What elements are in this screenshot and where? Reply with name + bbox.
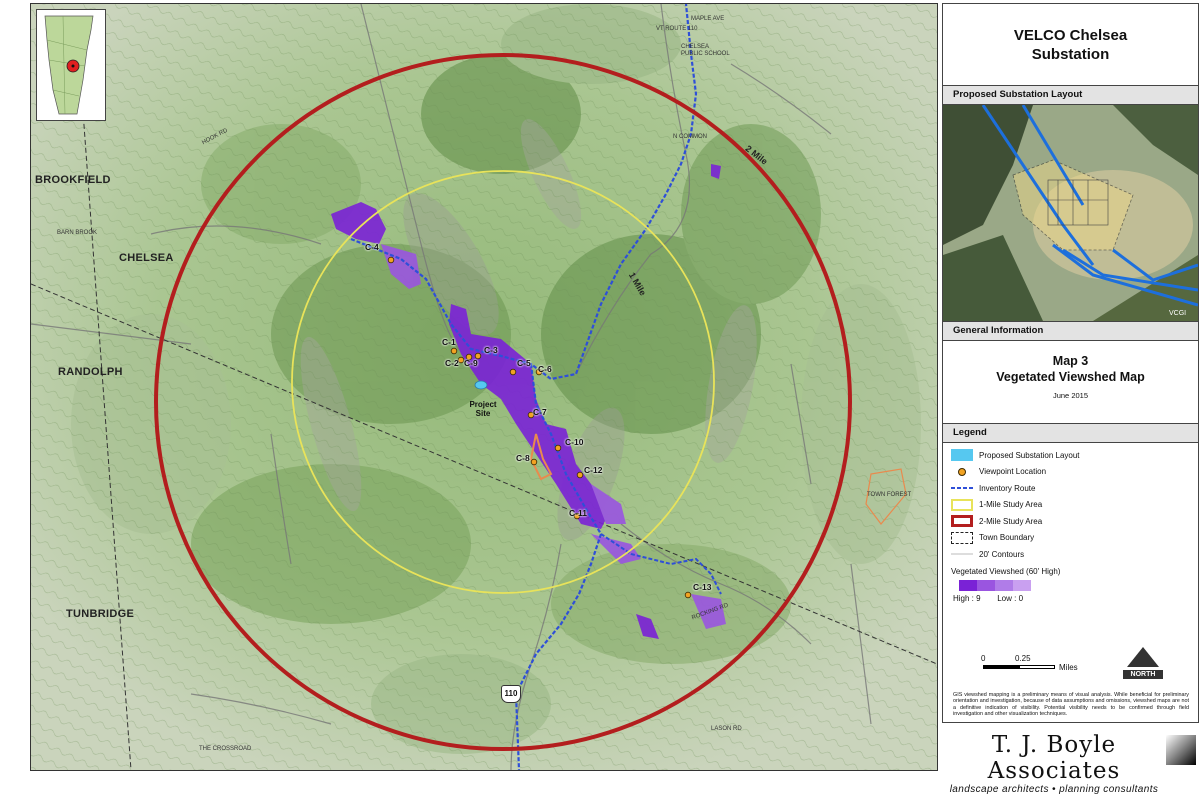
project-site-marker [474,380,488,390]
map-canvas [31,4,937,770]
project-site-label: Project Site [469,400,497,418]
viewshed-high-label: High : 9 [953,593,981,603]
general-info-header: General Information [943,321,1198,341]
road-label-school: CHELSEA PUBLIC SCHOOL [681,44,730,57]
substation-swatch [951,449,973,462]
town-label-tunbridge: TUNBRIDGE [66,608,135,620]
town-boundary-swatch [951,531,973,544]
scale-bar: 0 0.25 Miles [981,654,1103,674]
company-tagline: landscape architects • planning consulta… [949,784,1159,795]
substation-aerial-image: VCGI [943,105,1198,321]
viewpoint-label-c4[interactable]: C-4 [365,242,379,252]
legend-label: 20' Contours [979,549,1025,559]
road-label-barn-brook: BARN BROOK [57,230,98,236]
route-110-shield: 110 [501,685,521,703]
viewpoint-label-c1[interactable]: C-1 [442,337,456,347]
legend-label: 1-Mile Study Area [979,500,1043,510]
legend-item-route: Inventory Route [951,480,1198,497]
info-panel: VELCO Chelsea Substation Proposed Substa… [942,3,1199,723]
legend-header: Legend [943,423,1198,443]
viewshed-color-ramp [959,579,1198,591]
two-mile-swatch [951,515,973,528]
project-title-line1: VELCO Chelsea [1013,26,1128,44]
viewpoint-label-c8[interactable]: C-8 [516,453,530,463]
viewshed-title: Vegetated Viewshed (60' High) [951,566,1061,576]
viewpoint-label-c11[interactable]: C-11 [569,508,587,518]
viewpoint-label-c6[interactable]: C-6 [538,364,552,374]
north-arrow-icon [1127,647,1159,667]
road-label-maple: MAPLE AVE [691,16,725,22]
road-label-lason: LASON RD [711,726,742,732]
legend-item-viewpoint: Viewpoint Location [951,464,1198,481]
company-block: T. J. Boyle Associates landscape archite… [944,732,1164,795]
viewpoint-label-c9[interactable]: C-9 [464,358,478,368]
road-label-common: N COMMON [673,134,707,140]
viewpoint-label-c13[interactable]: C-13 [693,582,711,592]
project-title-line2: Substation [1031,45,1110,63]
legend-item-one-mile: 1-Mile Study Area [951,497,1198,514]
scale-zero: 0 [981,654,986,663]
road-label-town-forest: TOWN FOREST [867,492,912,498]
scale-mid: 0.25 [1015,654,1031,663]
legend-item-substation: Proposed Substation Layout [951,447,1198,464]
legend-item-town: Town Boundary [951,530,1198,547]
legend: Proposed Substation Layout Viewpoint Loc… [943,443,1198,603]
north-label: NORTH [1123,670,1163,679]
town-label-brookfield: BROOKFIELD [35,174,111,186]
viewpoint-label-c3[interactable]: C-3 [484,345,498,355]
north-arrow: NORTH [1123,646,1163,679]
map-title: Vegetated Viewshed Map [996,370,1145,384]
disclaimer-text: GIS viewshed mapping is a preliminary me… [953,692,1189,717]
viewpoint-icon [951,466,973,478]
viewpoint-label-c10[interactable]: C-10 [565,437,583,447]
viewpoint-label-c7[interactable]: C-7 [533,407,547,417]
viewpoint-label-c2[interactable]: C-2 [445,358,459,368]
road-label-crossroad: THE CROSSROAD [199,746,252,752]
town-label-randolph: RANDOLPH [58,366,123,378]
aerial-credit: VCGI [1169,310,1186,317]
town-label-chelsea: CHELSEA [119,252,174,264]
legend-label: Proposed Substation Layout [979,450,1080,460]
map-number: Map 3 [1052,354,1089,368]
legend-label: Town Boundary [979,533,1035,543]
contour-line-icon [951,548,973,560]
viewpoint-label-c12[interactable]: C-12 [584,465,602,475]
project-title-block: VELCO Chelsea Substation [943,4,1198,85]
company-name: T. J. Boyle Associates [987,732,1121,784]
viewshed-low-label: Low : 0 [997,593,1024,603]
general-info-block: Map 3 Vegetated Viewshed Map June 2015 [943,341,1198,423]
layout-header: Proposed Substation Layout [943,85,1198,105]
viewpoint-label-c5[interactable]: C-5 [517,358,531,368]
legend-label: Viewpoint Location [979,467,1047,477]
route-line-icon [951,482,973,494]
road-label-vt110: VT ROUTE 110 [656,26,698,32]
one-mile-swatch [951,498,973,511]
legend-label: Inventory Route [979,483,1036,493]
map-view[interactable]: BROOKFIELD CHELSEA RANDOLPH TUNBRIDGE 1 … [30,3,938,771]
legend-label: 2-Mile Study Area [979,516,1043,526]
scale-unit: Miles [1059,663,1078,672]
legend-item-two-mile: 2-Mile Study Area [951,513,1198,530]
legend-item-contour: 20' Contours [951,546,1198,563]
company-logo-icon [1166,735,1196,765]
map-date: June 2015 [1052,391,1089,400]
vermont-locator-map [36,9,106,121]
